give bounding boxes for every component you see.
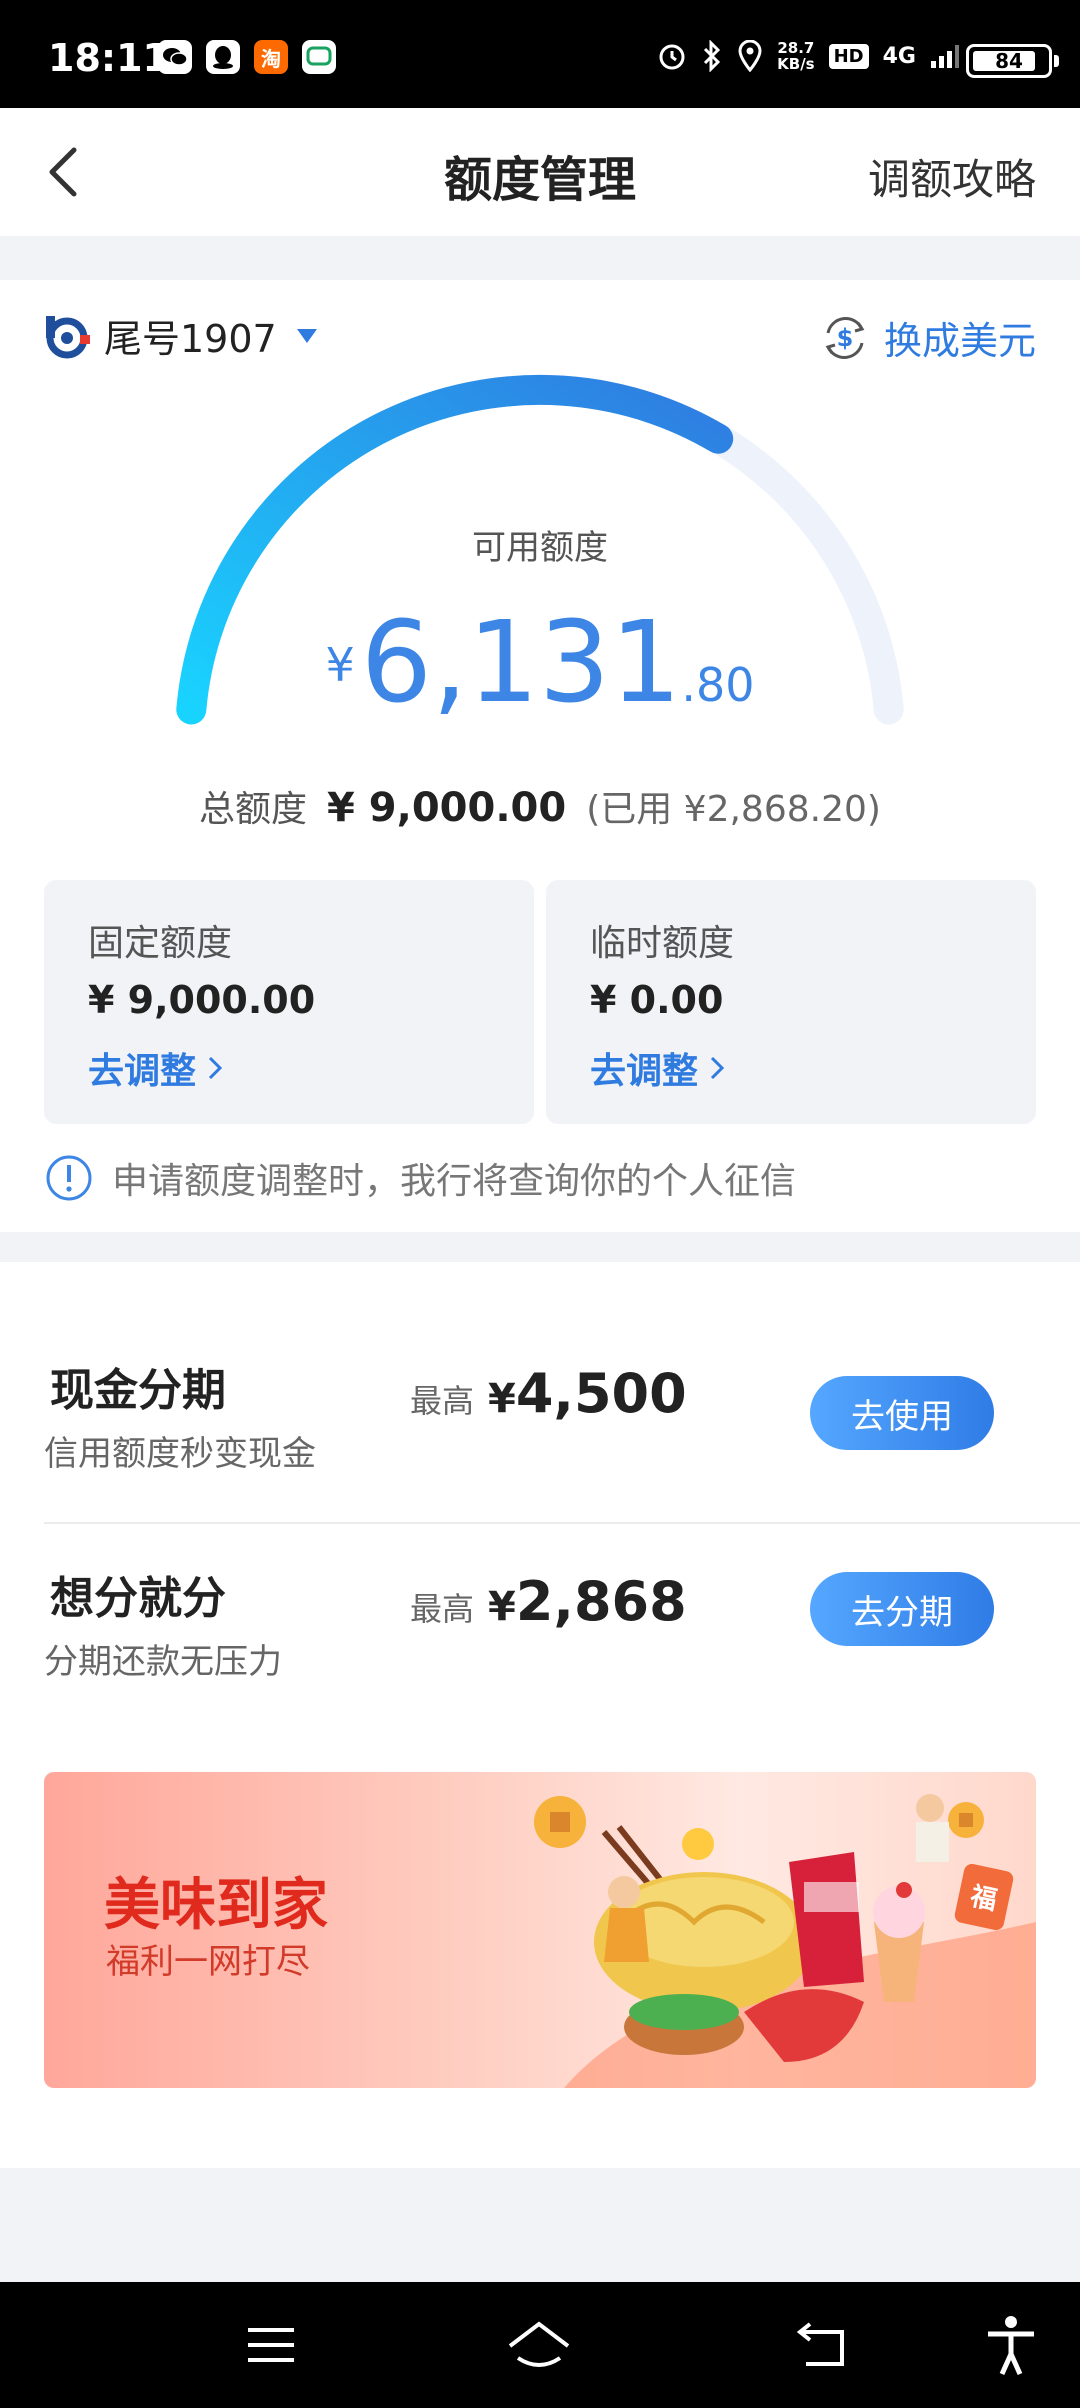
account-selector[interactable]: 尾号1907 — [44, 308, 317, 363]
status-bar: 18:11 淘 28.7 KB/s HD 4G 84 — [0, 0, 1080, 108]
chevron-right-icon — [208, 1056, 223, 1080]
currency-exchange-icon: $ — [825, 316, 865, 359]
food-illustration-icon: 福 — [534, 1794, 1036, 2088]
battery-icon: 84 — [966, 44, 1059, 78]
dropdown-caret-icon — [296, 328, 317, 343]
offer-title: 现金分期 — [50, 1365, 226, 1416]
offer-title: 想分就分 — [50, 1573, 226, 1624]
available-label: 可用额度 — [472, 528, 608, 568]
accessibility-icon[interactable] — [976, 2310, 1046, 2380]
promo-section: 美味到家 福利一网打尽 福 — [0, 1742, 1080, 2168]
go-installment-button[interactable]: 去分期 — [810, 1572, 994, 1646]
menu-icon[interactable] — [236, 2310, 306, 2380]
bank-logo-icon — [46, 315, 90, 358]
bluetooth-icon — [704, 40, 721, 72]
use-cash-installment-button[interactable]: 去使用 — [810, 1376, 994, 1450]
quota-label: 临时额度 — [590, 923, 735, 964]
credit-overview-card: 尾号1907 $ 换成美元 可用额度 ¥6,131.80 总额度 ¥ 9,000.… — [0, 280, 1080, 1232]
quota-amount: ¥ 9,000.00 — [88, 978, 316, 1022]
location-icon — [738, 40, 762, 72]
home-icon[interactable] — [504, 2310, 574, 2380]
messages-icon — [302, 40, 336, 74]
hd-badge: HD — [828, 43, 869, 69]
total-amount: ¥ 9,000.00 — [327, 785, 567, 831]
currency-symbol: ¥ — [325, 638, 355, 692]
adjust-guide-link[interactable]: 调额攻略 — [868, 146, 1036, 207]
list-item: 想分就分 分期还款无压力 最高 ¥2,868 去分期 — [0, 1524, 1080, 1742]
status-indicators: 28.7 KB/s HD 4G — [657, 40, 960, 72]
offer-subtitle: 分期还款无压力 — [44, 1642, 282, 1682]
list-item: 现金分期 信用额度秒变现金 最高 ¥4,500 去使用 — [0, 1262, 1080, 1480]
status-time: 18:11 — [48, 36, 169, 80]
notice-text: 申请额度调整时，我行将查询你的个人征信 — [112, 1161, 797, 1202]
system-nav-bar — [0, 2282, 1080, 2408]
total-label: 总额度 — [199, 789, 308, 830]
total-credit: 总额度 ¥ 9,000.00 (已用 ¥2,868.20) — [0, 780, 1080, 832]
available-decimal: .80 — [681, 658, 755, 712]
chevron-right-icon — [710, 1056, 725, 1080]
convert-usd-label: 换成美元 — [883, 319, 1036, 363]
quota-amount: ¥ 0.00 — [590, 978, 724, 1022]
available-amount: ¥6,131.80 — [0, 598, 1080, 728]
account-label: 尾号1907 — [104, 317, 277, 361]
adjust-temporary-quota-link[interactable]: 去调整 — [590, 1042, 726, 1094]
info-icon — [46, 1155, 92, 1201]
app-header: 额度管理 调额攻略 — [0, 108, 1080, 236]
offer-max-amount: 最高 ¥2,868 — [410, 1570, 687, 1633]
alarm-icon — [659, 44, 685, 70]
quota-label: 固定额度 — [88, 923, 233, 964]
battery-level: 84 — [995, 49, 1023, 73]
used-amount: (已用 ¥2,868.20) — [586, 789, 881, 830]
wechat-icon — [158, 40, 192, 74]
offer-subtitle: 信用额度秒变现金 — [44, 1434, 316, 1474]
qq-icon — [206, 40, 240, 74]
fixed-quota-box: 固定额度 ¥ 9,000.00 去调整 — [44, 880, 534, 1124]
installment-offers: 现金分期 信用额度秒变现金 最高 ¥4,500 去使用 想分就分 分期还款无压力 … — [0, 1262, 1080, 1742]
offer-max-amount: 最高 ¥4,500 — [410, 1362, 687, 1425]
adjust-fixed-quota-link[interactable]: 去调整 — [88, 1042, 224, 1094]
taobao-icon: 淘 — [254, 40, 288, 74]
network-type: 4G — [882, 43, 916, 69]
promo-banner[interactable]: 美味到家 福利一网打尽 福 — [44, 1772, 1036, 2088]
notification-icons: 淘 — [158, 40, 336, 74]
back-icon[interactable] — [788, 2310, 858, 2380]
svg-text:$: $ — [837, 324, 854, 352]
signal-icon — [931, 45, 959, 68]
network-speed: 28.7 KB/s — [777, 39, 815, 73]
available-integer: 6,131 — [360, 598, 682, 728]
temporary-quota-box: 临时额度 ¥ 0.00 去调整 — [546, 880, 1036, 1124]
convert-usd-button[interactable]: $ 换成美元 — [818, 310, 1036, 365]
credit-check-notice: 申请额度调整时，我行将查询你的个人征信 — [44, 1152, 796, 1204]
